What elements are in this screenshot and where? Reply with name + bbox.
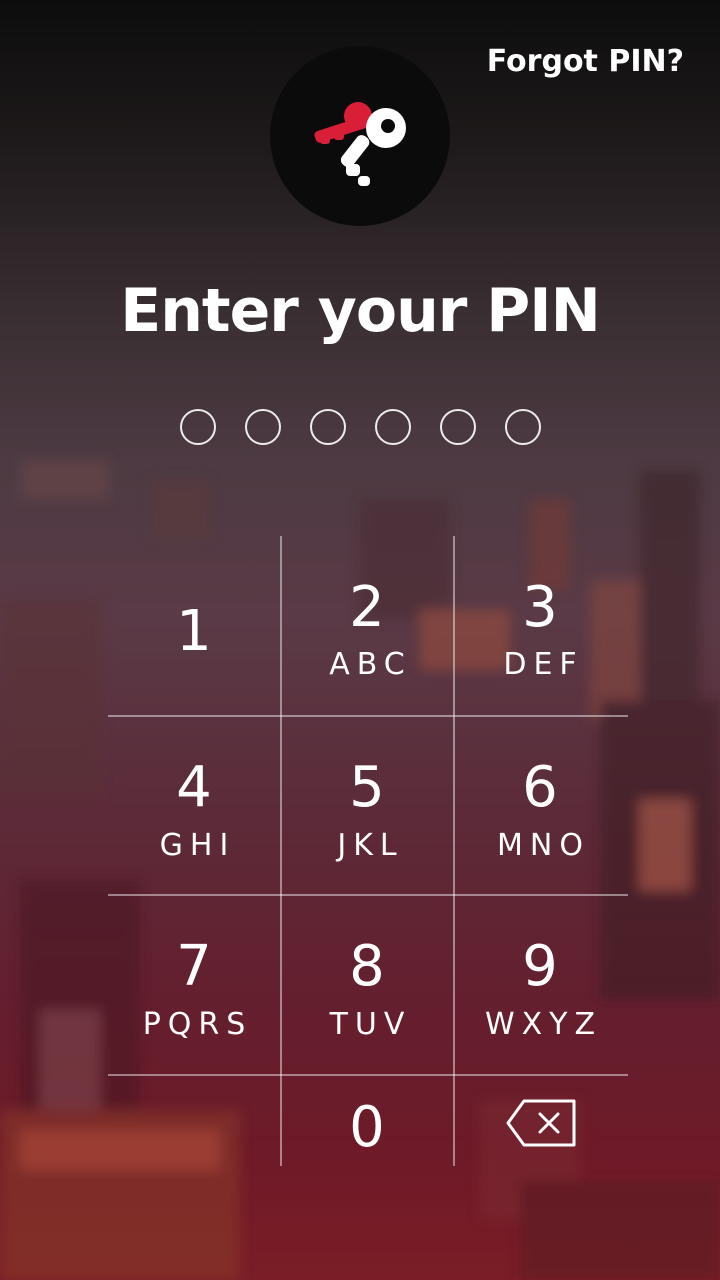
key-digit: 1	[176, 599, 212, 664]
pin-dot	[245, 409, 281, 445]
key-digit: 3	[522, 575, 558, 640]
pin-indicator	[180, 409, 541, 445]
key-digit: 8	[349, 934, 385, 999]
key-8[interactable]: 8 TUV	[281, 895, 453, 1073]
pin-dot	[310, 409, 346, 445]
key-digit: 6	[522, 755, 558, 820]
key-letters: JKL	[337, 828, 404, 863]
key-letters: WXYZ	[484, 1007, 603, 1042]
forgot-pin-link[interactable]: Forgot PIN?	[487, 44, 684, 79]
key-digit: 0	[349, 1095, 385, 1160]
key-letters: GHI	[159, 828, 236, 863]
key-icon	[314, 102, 406, 186]
key-letters: ABC	[329, 647, 412, 682]
page-title: Enter your PIN	[120, 276, 601, 346]
key-letters: DEF	[503, 647, 584, 682]
key-2[interactable]: 2 ABC	[281, 536, 453, 714]
backspace-button[interactable]	[454, 1076, 626, 1166]
numeric-keypad: 1 2 ABC 3 DEF 4 GHI 5 JKL 6 MNO 7 PQRS 8	[108, 536, 628, 1166]
key-3[interactable]: 3 DEF	[454, 536, 626, 714]
pin-dot	[440, 409, 476, 445]
key-digit: 2	[349, 575, 385, 640]
key-digit: 9	[522, 934, 558, 999]
pin-lock-screen: Forgot PIN? Enter your PIN 1 2 ABC 3 DEF…	[0, 0, 720, 1280]
key-digit: 5	[349, 755, 385, 820]
key-0[interactable]: 0	[281, 1076, 453, 1166]
backspace-icon	[506, 1099, 576, 1147]
key-digit: 7	[176, 934, 212, 999]
pin-dot	[375, 409, 411, 445]
key-9[interactable]: 9 WXYZ	[454, 895, 626, 1073]
pin-dot	[505, 409, 541, 445]
key-5[interactable]: 5 JKL	[281, 716, 453, 894]
key-7[interactable]: 7 PQRS	[108, 895, 280, 1073]
key-4[interactable]: 4 GHI	[108, 716, 280, 894]
key-1[interactable]: 1	[108, 536, 280, 714]
app-logo	[270, 46, 450, 226]
key-digit: 4	[176, 755, 212, 820]
key-6[interactable]: 6 MNO	[454, 716, 626, 894]
key-letters: PQRS	[142, 1007, 253, 1042]
key-letters: TUV	[329, 1007, 412, 1042]
key-letters: MNO	[497, 828, 590, 863]
pin-dot	[180, 409, 216, 445]
